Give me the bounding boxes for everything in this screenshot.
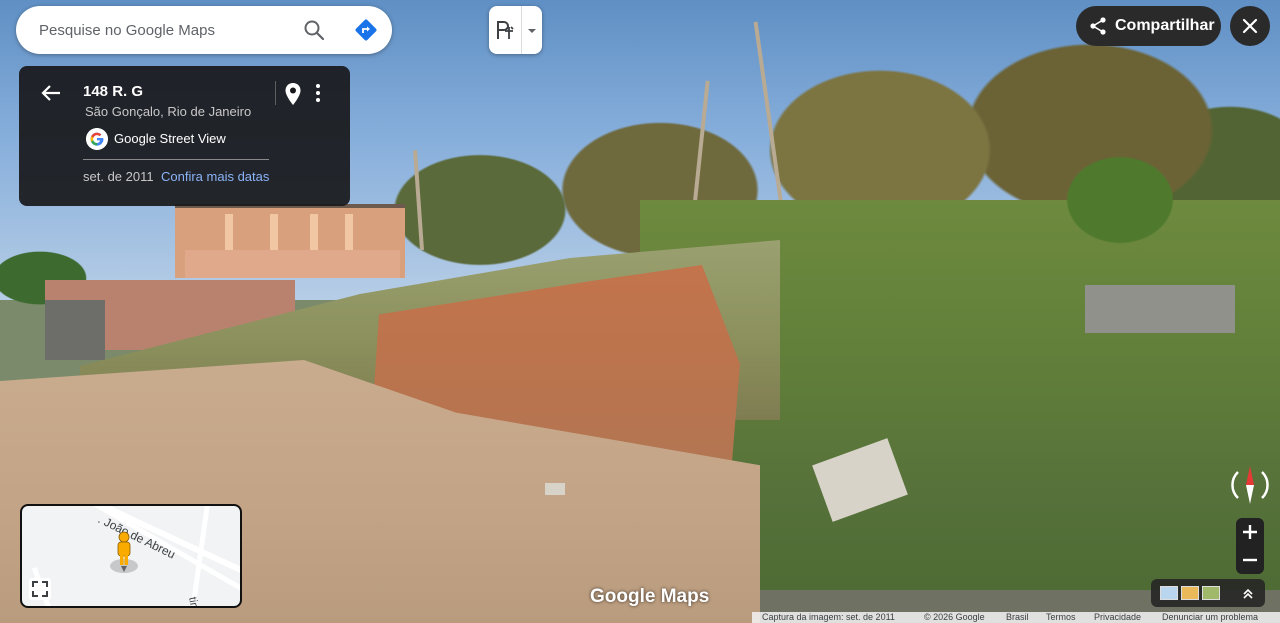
close-icon	[1242, 18, 1258, 34]
zoom-control	[1236, 518, 1264, 574]
copyright: © 2026 Google	[924, 612, 985, 622]
street-view-source: Google Street View	[114, 131, 226, 146]
zoom-out-button[interactable]	[1236, 546, 1264, 574]
house-column	[225, 214, 233, 250]
capture-info: Captura da imagem: set. de 2011	[762, 612, 895, 622]
google-logo-icon	[86, 128, 108, 150]
layer-thumbnail[interactable]	[1181, 586, 1199, 600]
house-column	[310, 214, 318, 250]
house-lower-wall	[185, 250, 400, 278]
back-arrow-icon[interactable]	[40, 83, 62, 103]
tree	[1040, 130, 1210, 280]
minimap[interactable]: . João de Abreu timore	[20, 504, 242, 608]
gate	[45, 300, 105, 360]
house-column	[345, 214, 353, 250]
divider	[83, 159, 269, 160]
pegman-icon	[497, 21, 514, 39]
search-box[interactable]	[16, 6, 392, 54]
directions-icon[interactable]	[354, 18, 378, 42]
search-input[interactable]	[39, 21, 289, 39]
more-options-icon[interactable]	[314, 83, 322, 103]
layer-thumbnail[interactable]	[1202, 586, 1220, 600]
google-maps-logo: Google Maps	[590, 586, 710, 607]
place-subtitle: São Gonçalo, Rio de Janeiro	[85, 104, 252, 119]
imagery-layers	[1151, 579, 1265, 607]
separator	[521, 6, 522, 54]
terms-link[interactable]: Termos	[1046, 612, 1076, 623]
share-button[interactable]: Compartilhar	[1076, 6, 1221, 46]
pegman-icon	[110, 531, 138, 573]
share-label: Compartilhar	[1115, 17, 1215, 34]
fullscreen-icon	[32, 581, 48, 597]
street-view-info-card: 148 R. G São Gonçalo, Rio de Janeiro Goo…	[19, 66, 350, 206]
house-column	[270, 214, 278, 250]
zoom-in-button[interactable]	[1236, 518, 1264, 546]
compass-icon[interactable]	[1230, 462, 1270, 508]
water-tank	[1085, 285, 1235, 333]
close-button[interactable]	[1230, 6, 1270, 46]
pegman-layer-button[interactable]	[489, 6, 542, 54]
share-icon	[1090, 17, 1106, 35]
expand-map-button[interactable]	[29, 578, 51, 600]
search-icon[interactable]	[302, 18, 326, 42]
caret-down-icon[interactable]	[525, 26, 539, 36]
layer-thumbnail[interactable]	[1160, 586, 1178, 600]
report-problem-link[interactable]: Denunciar um problema	[1162, 612, 1258, 623]
street-label: timore	[186, 596, 203, 606]
debris	[545, 483, 565, 495]
region-link[interactable]: Brasil	[1006, 612, 1029, 623]
capture-date: set. de 2011	[83, 169, 154, 184]
divider	[275, 81, 276, 105]
place-title: 148 R. G	[83, 83, 144, 100]
chevron-up-icon[interactable]	[1241, 586, 1255, 600]
privacy-link[interactable]: Privacidade	[1094, 612, 1141, 623]
map-pin-icon[interactable]	[284, 82, 302, 106]
attribution-footer: Captura da imagem: set. de 2011 © 2026 G…	[752, 612, 1280, 623]
more-dates-link[interactable]: Confira mais datas	[161, 169, 269, 184]
